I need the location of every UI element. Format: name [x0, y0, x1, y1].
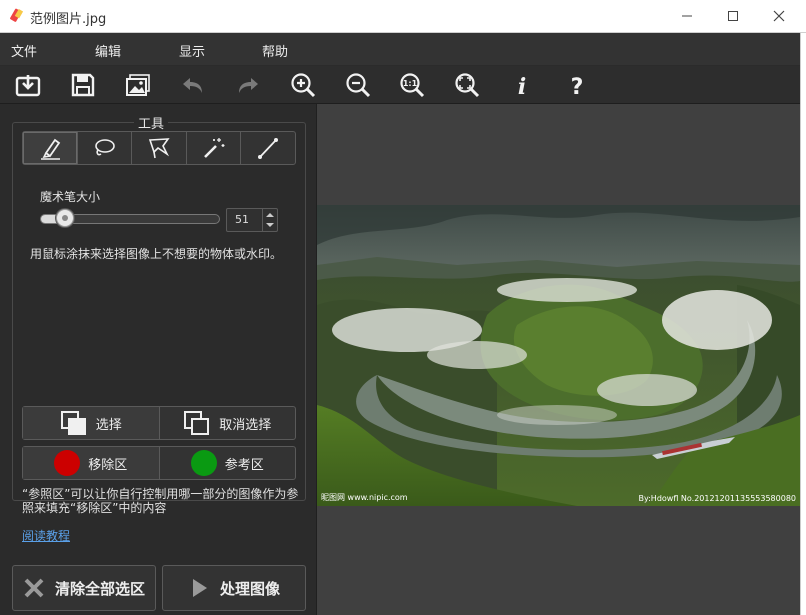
remove-region-dot: [54, 450, 81, 476]
zoom-out-button[interactable]: [343, 70, 373, 100]
tools-group-title: 工具: [134, 113, 169, 132]
play-icon: [192, 579, 207, 597]
select-icon: [60, 411, 86, 435]
help-button[interactable]: ?: [562, 70, 592, 100]
brush-size-slider[interactable]: [40, 209, 220, 227]
open-icon: [15, 75, 41, 97]
slider-handle[interactable]: [56, 209, 75, 227]
svg-text:1:1: 1:1: [403, 79, 418, 88]
open-button[interactable]: [13, 70, 43, 100]
menu-help[interactable]: 帮助: [262, 41, 288, 60]
save-button[interactable]: [68, 70, 98, 100]
clear-all-label: 清除全部选区: [54, 579, 145, 598]
info-icon: i: [518, 74, 526, 98]
process-image-button[interactable]: 处理图像: [162, 565, 306, 611]
image-icon: [126, 74, 150, 96]
save-icon: [71, 73, 95, 97]
marker-icon: [40, 138, 61, 160]
polygon-lasso-tool-button[interactable]: [132, 132, 187, 164]
remove-region-label: 移除区: [88, 457, 128, 473]
menu-bar: 文件 编辑 显示 帮助: [0, 33, 800, 65]
undo-button[interactable]: [178, 70, 208, 100]
tools-group: [12, 122, 306, 501]
lasso-icon: [95, 139, 116, 156]
reference-region-dot: [190, 450, 217, 476]
zoom-in-icon: [291, 73, 316, 98]
photo-watermark-left: 昵图网 www.nipic.com: [321, 493, 408, 502]
deselect-icon: [184, 411, 210, 435]
lasso-tool-button[interactable]: [78, 132, 133, 164]
select-label: 选择: [95, 417, 122, 433]
fit-window-icon: [455, 73, 480, 98]
spin-up-icon[interactable]: [266, 213, 274, 217]
line-icon: [258, 138, 279, 159]
select-button[interactable]: 选择: [23, 407, 160, 439]
region-mode-row: 移除区 参考区: [22, 446, 296, 480]
spin-arrows: [262, 209, 277, 231]
redo-button[interactable]: [233, 70, 263, 100]
close-button[interactable]: [756, 0, 802, 32]
clear-x-icon: [24, 578, 44, 598]
reference-region-button[interactable]: 参考区: [160, 447, 296, 479]
close-icon: [773, 10, 785, 22]
help-icon: ?: [571, 75, 584, 98]
actual-size-button[interactable]: 1:1: [397, 70, 427, 100]
brush-size-label: 魔术笔大小: [40, 190, 101, 204]
reference-help-text: “参照区”可以让你自行控制用哪一部分的图像作为参照来填充“移除区”中的内容: [22, 487, 299, 515]
toolbar: 1:1 i ?: [0, 66, 800, 104]
app-icon: [9, 8, 25, 24]
process-image-label: 处理图像: [219, 579, 280, 598]
polygon-lasso-icon: [148, 138, 170, 159]
reference-region-label: 参考区: [224, 457, 264, 473]
maximize-button[interactable]: [710, 0, 756, 32]
info-button[interactable]: i: [507, 70, 537, 100]
tool-selector: [22, 131, 296, 165]
remove-region-button[interactable]: 移除区: [23, 447, 160, 479]
tutorial-link[interactable]: 阅读教程: [22, 527, 70, 544]
undo-icon: [183, 78, 202, 93]
fit-window-button[interactable]: [452, 70, 482, 100]
actual-size-icon: 1:1: [400, 73, 425, 98]
maximize-icon: [728, 11, 738, 21]
line-tool-button[interactable]: [241, 132, 295, 164]
svg-text:i: i: [518, 74, 526, 98]
deselect-label: 取消选择: [219, 417, 272, 433]
title-bar: 范例图片.jpg: [0, 0, 806, 33]
right-edge-strip: [800, 33, 806, 615]
redo-icon: [239, 78, 258, 93]
brush-size-value: 51: [235, 213, 249, 226]
spin-down-icon[interactable]: [266, 223, 274, 227]
landscape-photo: [317, 205, 800, 506]
selection-mode-row: 选择 取消选择: [22, 406, 296, 440]
brush-size-spinbox[interactable]: 51: [226, 208, 278, 232]
zoom-in-button[interactable]: [288, 70, 318, 100]
photo[interactable]: 昵图网 www.nipic.com By:Hdowfl No.201212011…: [317, 205, 800, 506]
minimize-icon: [682, 15, 692, 17]
image-button[interactable]: [123, 70, 153, 100]
image-canvas[interactable]: 昵图网 www.nipic.com By:Hdowfl No.201212011…: [317, 104, 800, 615]
window-title: 范例图片.jpg: [30, 12, 107, 27]
minimize-button[interactable]: [664, 0, 710, 32]
magic-wand-icon: [203, 138, 225, 158]
marker-tool-button[interactable]: [23, 132, 78, 164]
instruction-text: 用鼠标涂抹来选择图像上不想要的物体或水印。: [30, 247, 283, 261]
svg-text:?: ?: [571, 75, 584, 98]
photo-watermark-right: By:Hdowfl No.20121201135553580080: [638, 494, 796, 503]
zoom-out-icon: [346, 73, 371, 98]
menu-edit[interactable]: 编辑: [95, 41, 121, 60]
clear-all-selection-button[interactable]: 清除全部选区: [12, 565, 156, 611]
magic-wand-tool-button[interactable]: [187, 132, 242, 164]
menu-file[interactable]: 文件: [11, 41, 37, 60]
deselect-button[interactable]: 取消选择: [160, 407, 296, 439]
menu-view[interactable]: 显示: [179, 41, 205, 60]
